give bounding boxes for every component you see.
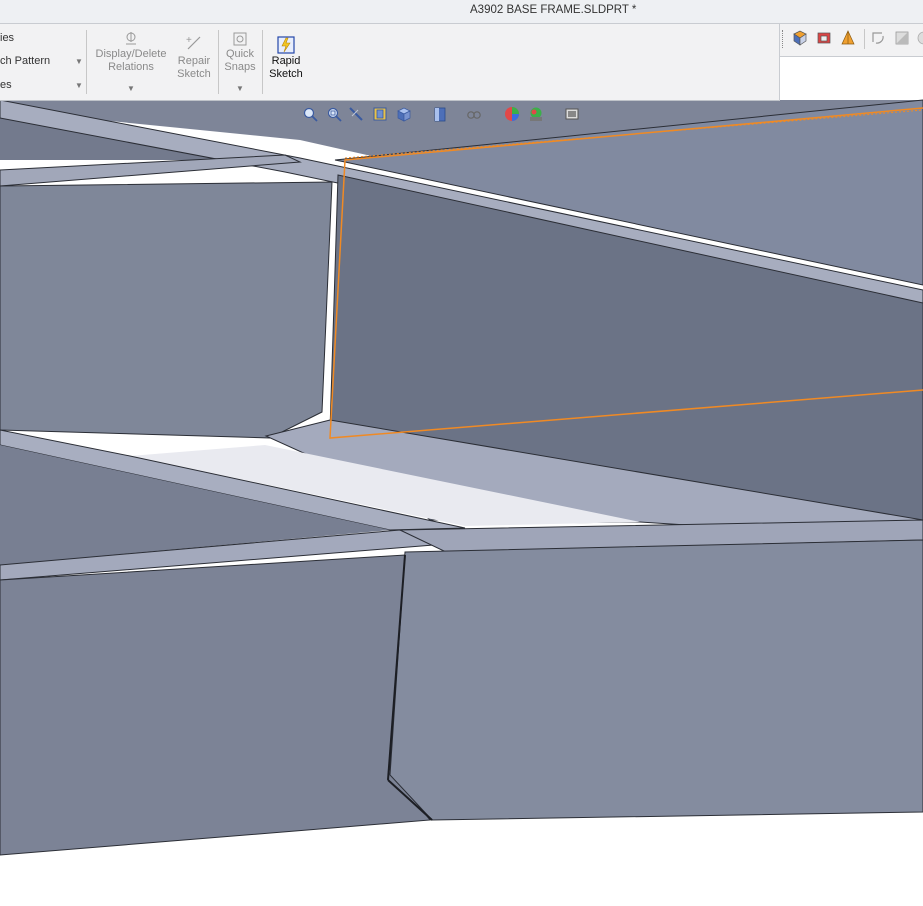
- view-orientation-icon[interactable]: [396, 106, 412, 122]
- ribbon-separator: [218, 30, 219, 94]
- ribbon-separator: [262, 30, 263, 94]
- normal-to-icon[interactable]: [894, 30, 910, 46]
- edit-appearance-icon[interactable]: [504, 106, 520, 122]
- zoom-to-area-icon[interactable]: [326, 106, 342, 122]
- section-view-icon[interactable]: [816, 30, 832, 46]
- quick-snaps-button[interactable]: Quick Snaps ▼: [222, 30, 258, 94]
- rapid-sketch-button[interactable]: Rapid Sketch: [266, 30, 306, 94]
- appearance-icon[interactable]: [916, 30, 923, 46]
- display-style-icon[interactable]: [432, 106, 448, 122]
- chevron-down-icon[interactable]: ▼: [236, 84, 244, 93]
- svg-text:+: +: [186, 35, 192, 46]
- title-bar: A3902 BASE FRAME.SLDPRT *: [0, 0, 923, 24]
- repair-sketch-label-2: Sketch: [177, 68, 211, 80]
- ribbon-separator: [86, 30, 87, 94]
- quick-snaps-label-1: Quick: [225, 48, 255, 60]
- display-delete-relations-label-1: Display/Delete: [95, 48, 167, 60]
- display-style-icon[interactable]: [840, 30, 856, 46]
- command-manager-ribbon: ies ch Pattern ▼ es ▼ Display/Delete Rel…: [0, 24, 780, 101]
- quick-snaps-label-2: Snaps: [224, 61, 256, 73]
- repair-sketch-icon: +: [186, 35, 201, 50]
- zoom-to-fit-icon[interactable]: [302, 106, 318, 122]
- section-view-icon[interactable]: [372, 106, 388, 122]
- display-delete-relations-button[interactable]: Display/Delete Relations ▼: [92, 30, 170, 94]
- front-beam-left-web[interactable]: [0, 554, 431, 856]
- rapid-sketch-label-1: Rapid: [271, 55, 301, 67]
- window-title: A3902 BASE FRAME.SLDPRT *: [470, 4, 637, 16]
- ribbon-item-partial-2[interactable]: ch Pattern: [0, 55, 50, 67]
- repair-sketch-label-1: Repair: [177, 55, 211, 67]
- relations-icon: [126, 32, 136, 45]
- chevron-down-icon[interactable]: ▼: [75, 81, 83, 90]
- view-orientation-icon[interactable]: [792, 30, 808, 46]
- chevron-down-icon[interactable]: ▼: [75, 57, 83, 66]
- previous-view-icon[interactable]: [348, 106, 364, 122]
- chevron-down-icon[interactable]: ▼: [127, 84, 135, 93]
- repair-sketch-button[interactable]: + Repair Sketch: [174, 30, 214, 94]
- beam-left-web[interactable]: [0, 181, 333, 439]
- toolbar-separator: [864, 29, 865, 49]
- rapid-sketch-icon: [277, 36, 295, 54]
- display-delete-relations-label-2: Relations: [108, 61, 154, 73]
- view-settings-icon[interactable]: [564, 106, 580, 122]
- quick-snaps-icon: [233, 32, 247, 46]
- ribbon-item-partial-3[interactable]: es: [0, 79, 12, 91]
- front-beam-right-web[interactable]: [389, 539, 923, 821]
- toolbar-grip[interactable]: [782, 30, 786, 48]
- rotate-icon[interactable]: [870, 30, 886, 46]
- ribbon-item-partial-1[interactable]: ies: [0, 32, 14, 44]
- graphics-viewport[interactable]: [0, 0, 923, 906]
- right-toolbar: [780, 24, 923, 57]
- apply-scene-icon[interactable]: [528, 106, 544, 122]
- rapid-sketch-label-2: Sketch: [269, 68, 303, 80]
- hide-show-items-icon[interactable]: [466, 106, 482, 122]
